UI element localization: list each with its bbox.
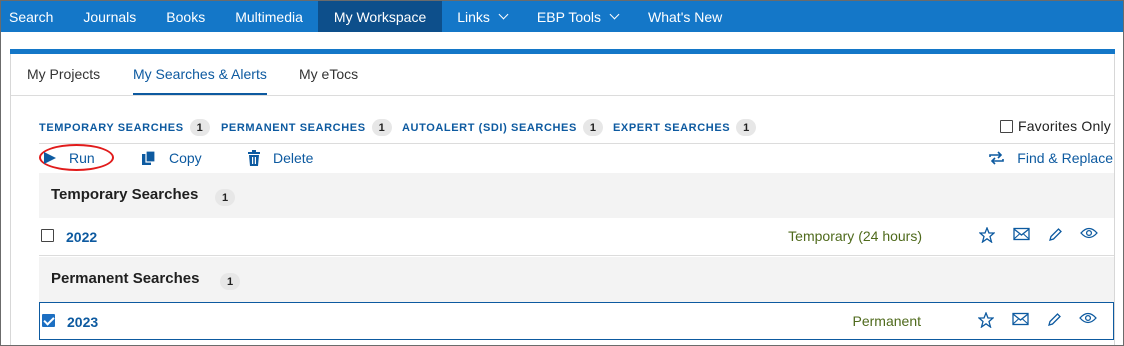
filter-expert-searches[interactable]: EXPERT SEARCHES 1 — [613, 119, 757, 136]
table-row[interactable]: 2023 Permanent — [39, 302, 1114, 340]
table-row[interactable]: 2022 Temporary (24 hours) — [39, 218, 1114, 256]
search-status: Temporary (24 hours) — [788, 228, 922, 244]
nav-multimedia-label: Multimedia — [235, 8, 303, 25]
count-badge: 1 — [736, 119, 757, 136]
filter-temporary-searches[interactable]: TEMPORARY SEARCHES 1 — [39, 119, 210, 136]
copy-button[interactable]: Copy — [141, 150, 202, 166]
search-type-filters: TEMPORARY SEARCHES 1 PERMANENT SEARCHES … — [11, 116, 1114, 140]
find-replace-label: Find & Replace — [1017, 150, 1113, 166]
nav-journals-label: Journals — [83, 8, 137, 25]
star-icon[interactable] — [969, 312, 1003, 328]
tab-my-projects[interactable]: My Projects — [27, 66, 100, 82]
filter-autoalert-searches[interactable]: AUTOALERT (SDI) SEARCHES 1 — [402, 119, 603, 136]
row-checkbox[interactable] — [41, 229, 54, 242]
nav-search[interactable]: Search — [1, 1, 68, 32]
nav-search-label: Search — [9, 8, 54, 25]
filter-label: AUTOALERT (SDI) SEARCHES — [402, 121, 577, 134]
nav-whats-new[interactable]: What's New — [633, 1, 737, 32]
edit-pencil-icon[interactable] — [1037, 312, 1071, 328]
section-title: Permanent Searches — [51, 270, 200, 287]
nav-whats-new-label: What's New — [648, 8, 723, 25]
tab-my-searches-alerts[interactable]: My Searches & Alerts — [133, 66, 267, 82]
workspace-tabs: My Projects My Searches & Alerts My eToc… — [11, 54, 1114, 96]
nav-links-label: Links — [457, 8, 490, 25]
app-window: Search Journals Books Multimedia My Work… — [0, 0, 1124, 346]
count-badge: 1 — [189, 119, 210, 136]
action-toolbar: Run Copy Delete Find & Replace — [39, 143, 1114, 173]
count-badge: 1 — [371, 119, 392, 136]
nav-ebp-tools-label: EBP Tools — [536, 8, 602, 25]
section-header-permanent: Permanent Searches 1 — [39, 257, 1114, 302]
nav-ebp-tools[interactable]: EBP Tools — [522, 1, 633, 32]
nav-my-workspace[interactable]: My Workspace — [317, 1, 443, 32]
nav-my-workspace-label: My Workspace — [333, 8, 427, 25]
nav-books-label: Books — [166, 8, 206, 25]
email-icon[interactable] — [1003, 312, 1037, 328]
edit-pencil-icon[interactable] — [1038, 227, 1072, 243]
filter-label: EXPERT SEARCHES — [613, 121, 731, 134]
copy-label: Copy — [169, 150, 202, 166]
row-checkbox[interactable] — [42, 314, 55, 327]
play-icon — [43, 151, 57, 165]
active-tab-indicator — [133, 93, 267, 95]
tab-my-etocs[interactable]: My eTocs — [299, 66, 358, 82]
count-badge: 1 — [582, 119, 603, 136]
swap-arrows-icon — [988, 150, 1005, 166]
run-button[interactable]: Run — [43, 150, 95, 166]
eye-icon[interactable] — [1071, 312, 1105, 328]
favorites-only-toggle[interactable]: Favorites Only — [999, 118, 1111, 134]
email-icon[interactable] — [1004, 227, 1038, 243]
star-icon[interactable] — [970, 227, 1004, 243]
trash-icon — [247, 150, 261, 166]
delete-button[interactable]: Delete — [247, 150, 313, 166]
chevron-down-icon — [498, 9, 509, 20]
search-title-link[interactable]: 2022 — [66, 229, 97, 245]
section-header-temporary: Temporary Searches 1 — [39, 173, 1114, 218]
nav-links[interactable]: Links — [442, 1, 522, 32]
nav-multimedia[interactable]: Multimedia — [220, 1, 318, 32]
filter-permanent-searches[interactable]: PERMANENT SEARCHES 1 — [221, 119, 392, 136]
nav-journals[interactable]: Journals — [68, 1, 151, 32]
favorites-checkbox[interactable] — [999, 119, 1013, 133]
filter-label: PERMANENT SEARCHES — [221, 121, 366, 134]
row-actions — [970, 227, 1106, 243]
favorites-label: Favorites Only — [1017, 118, 1111, 134]
delete-label: Delete — [273, 150, 314, 166]
run-label: Run — [69, 150, 95, 166]
filter-label: TEMPORARY SEARCHES — [39, 121, 184, 134]
find-replace-button[interactable]: Find & Replace — [988, 150, 1113, 166]
section-count-badge: 1 — [220, 273, 240, 290]
section-count-badge: 1 — [215, 189, 235, 206]
copy-icon — [141, 150, 157, 166]
search-title-link[interactable]: 2023 — [67, 314, 98, 330]
nav-books[interactable]: Books — [151, 1, 220, 32]
chevron-down-icon — [609, 9, 620, 20]
row-actions — [969, 312, 1105, 328]
search-status: Permanent — [852, 313, 921, 329]
top-navigation: Search Journals Books Multimedia My Work… — [1, 1, 1123, 32]
workspace-panel: My Projects My Searches & Alerts My eToc… — [10, 54, 1115, 345]
eye-icon[interactable] — [1072, 227, 1106, 243]
section-title: Temporary Searches — [51, 186, 199, 203]
